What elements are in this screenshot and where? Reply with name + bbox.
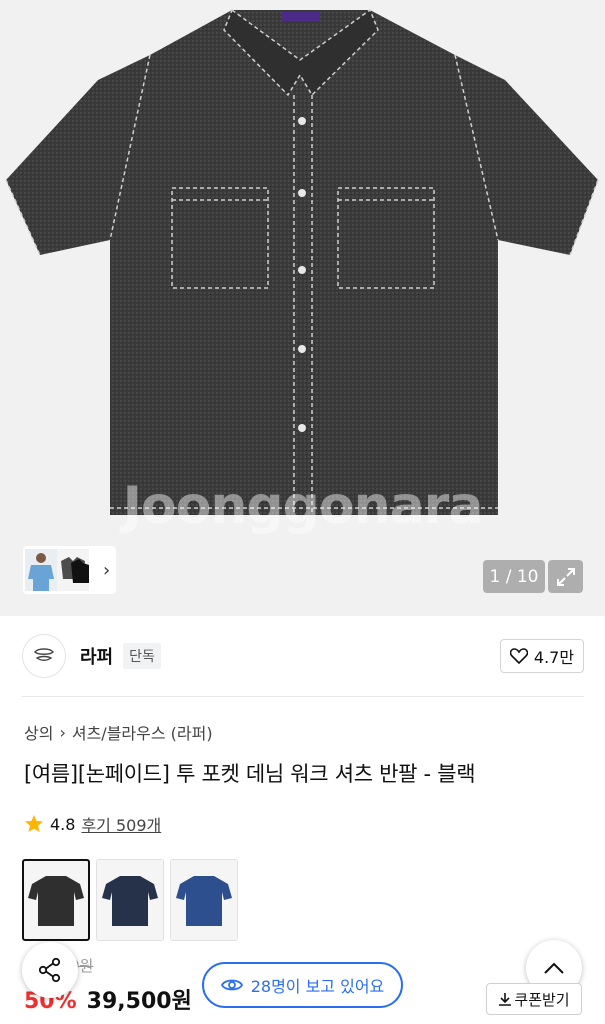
chevron-up-icon <box>544 962 564 974</box>
eye-icon <box>220 979 243 991</box>
expand-icon <box>556 567 575 586</box>
color-swatches <box>22 859 238 941</box>
breadcrumb-subcategory[interactable]: 셔츠/블라우스 (라퍼) <box>72 720 213 744</box>
chevron-right-icon: › <box>59 722 66 742</box>
breadcrumb-category[interactable]: 상의 <box>24 720 53 744</box>
watermark: Joonggonara <box>122 476 484 536</box>
expand-button[interactable] <box>548 560 583 593</box>
share-button[interactable] <box>22 942 78 998</box>
thumbnail-shirts <box>57 549 89 591</box>
brand-row: 라퍼 단독 4.7만 <box>22 634 584 678</box>
rating-row: 4.8 후기 509개 <box>24 812 161 836</box>
swatch-black[interactable] <box>22 859 90 941</box>
divider <box>22 696 584 697</box>
coupon-button[interactable]: 쿠폰받기 <box>486 983 582 1015</box>
like-button[interactable]: 4.7만 <box>500 639 584 673</box>
download-icon <box>499 993 512 1006</box>
swatch-navy-image <box>102 876 158 926</box>
review-link[interactable]: 후기 509개 <box>81 812 161 836</box>
brand-logo[interactable] <box>22 634 66 678</box>
brand-logo-icon <box>34 648 54 661</box>
image-counter: 1 / 10 <box>483 560 545 593</box>
swatch-blue-image <box>176 876 232 926</box>
heart-icon <box>509 648 528 664</box>
chevron-right-icon: › <box>103 559 111 581</box>
swatch-blue[interactable] <box>170 859 238 941</box>
coupon-label: 쿠폰받기 <box>514 990 570 1009</box>
rating-value: 4.8 <box>50 814 76 834</box>
sale-price: 39,500원 <box>86 989 192 1014</box>
viewers-count-pill: 28명이 보고 있어요 <box>202 962 403 1008</box>
like-count: 4.7만 <box>533 648 575 667</box>
share-icon <box>38 957 61 983</box>
swatch-navy[interactable] <box>96 859 164 941</box>
image-thumbnail-strip[interactable]: › <box>23 546 116 594</box>
breadcrumb: 상의 › 셔츠/블라우스 (라퍼) <box>24 720 213 744</box>
product-image-carousel[interactable]: Joonggonara › 1 / 10 <box>0 0 605 616</box>
exclusive-badge: 단독 <box>123 643 161 669</box>
product-title: [여름][논페이드] 투 포켓 데님 워크 셔츠 반팔 - 블랙 <box>24 762 476 786</box>
viewers-label: 28명이 보고 있어요 <box>250 977 385 996</box>
thumbnail-model <box>25 549 57 591</box>
brand-name[interactable]: 라퍼 <box>80 643 113 669</box>
swatch-black-image <box>28 876 84 926</box>
star-icon <box>25 815 43 832</box>
